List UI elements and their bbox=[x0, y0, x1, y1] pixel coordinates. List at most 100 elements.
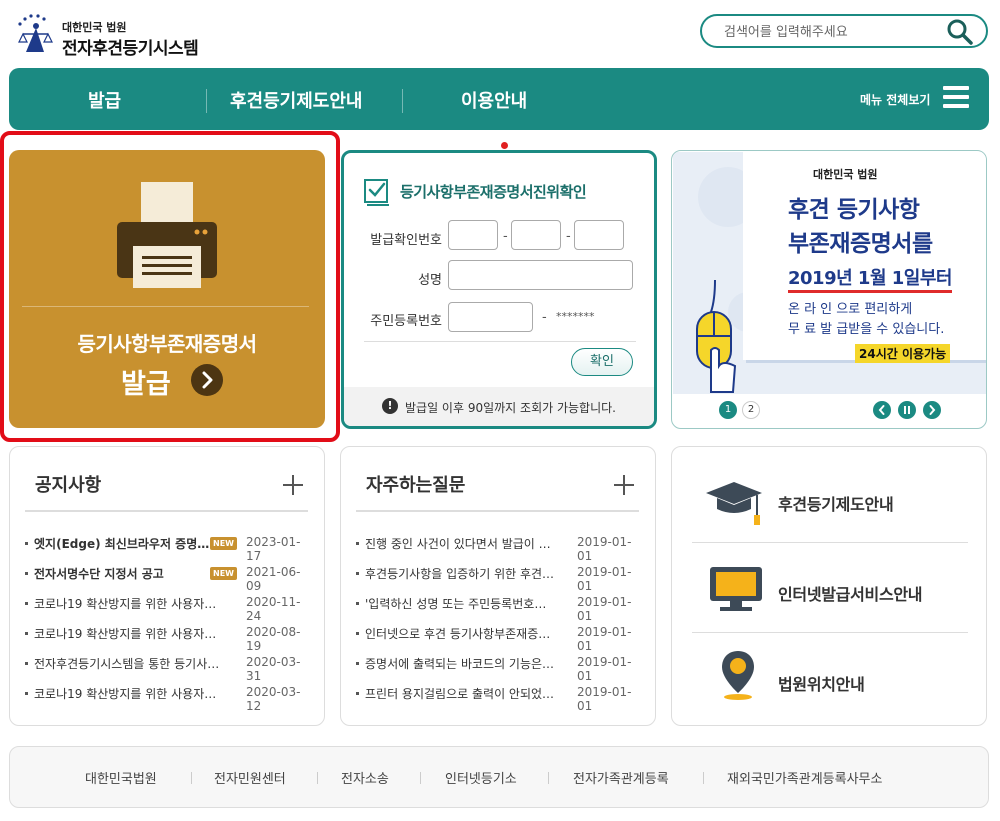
issue-card-title: 등기사항부존재증명서 bbox=[77, 332, 258, 356]
printer-icon bbox=[117, 182, 217, 288]
prev-arrow-icon[interactable] bbox=[873, 401, 891, 419]
banner-background: 대한민국 법원 후견 등기사항 부존재증명서를 2019년 1월 1일부터 온 … bbox=[673, 152, 986, 394]
footer-separator bbox=[703, 772, 704, 784]
pause-icon[interactable] bbox=[898, 401, 916, 419]
location-pin-icon bbox=[722, 651, 754, 700]
faq-item[interactable]: 프린터 용지걸림으로 출력이 안되었습니다 2019-01-01 bbox=[356, 684, 646, 713]
site-logo[interactable]: 대한민국 법원 전자후견등기시스템 bbox=[14, 12, 214, 62]
banner-heading-line1: 후견 등기사항 bbox=[788, 197, 920, 223]
search-input[interactable] bbox=[724, 22, 924, 42]
link-label: 인터넷발급서비스안내 bbox=[778, 585, 923, 604]
new-badge: NEW bbox=[210, 567, 237, 580]
indicator-dot bbox=[501, 142, 508, 149]
main-nav: 발급 후견등기제도안내 이용안내 메뉴 전체보기 bbox=[9, 68, 989, 130]
faq-title[interactable]: 후견등기사항을 입증하기 위한 후견 등기사항 bbox=[365, 565, 555, 582]
promo-banner[interactable]: 대한민국 법원 후견 등기사항 부존재증명서를 2019년 1월 1일부터 온 … bbox=[671, 150, 987, 429]
name-field[interactable] bbox=[448, 260, 633, 290]
faq-item[interactable]: 증명서에 출력되는 바코드의 기능은 무엇인가요 2019-01-01 bbox=[356, 654, 646, 683]
notice-item[interactable]: 코로나19 확산방지를 위한 사용자지침 안내 2020-11-24 bbox=[25, 594, 315, 623]
nav-item-usage-guide[interactable]: 이용안내 bbox=[461, 87, 527, 113]
notice-item[interactable]: 코로나19 확산방지를 위한 사용자지침 안내 2020-08-19 bbox=[25, 624, 315, 653]
nav-item-guardianship-guide[interactable]: 후견등기제도안내 bbox=[230, 87, 362, 113]
arrow-right-icon[interactable] bbox=[191, 364, 223, 396]
verification-title: 등기사항부존재증명서진위확인 bbox=[400, 183, 587, 201]
dash: - bbox=[566, 229, 571, 244]
notice-item[interactable]: 전자후견등기시스템을 통한 등기사항부존재증명서 발급 2020-03-31 bbox=[25, 654, 315, 683]
banner-text-line2: 무 료 발 급받을 수 있습니다. bbox=[788, 322, 945, 337]
name-label: 성명 bbox=[418, 273, 442, 288]
bullet bbox=[25, 542, 28, 545]
faq-item[interactable]: 진행 중인 사건이 있다면서 발급이 안됩니다 2019-01-01 bbox=[356, 534, 646, 563]
faq-title[interactable]: 프린터 용지걸림으로 출력이 안되었습니다 bbox=[365, 685, 555, 702]
link-guardianship-guide[interactable]: 후견등기제도안내 bbox=[692, 453, 968, 543]
faq-title[interactable]: 증명서에 출력되는 바코드의 기능은 무엇인가요 bbox=[365, 655, 555, 672]
notice-item[interactable]: 코로나19 확산방지를 위한 사용자지침 안내 2020-03-12 bbox=[25, 684, 315, 713]
form-divider bbox=[364, 341, 636, 342]
notice-item[interactable]: 엣지(Edge) 최신브라우저 증명서 발급 안내 NEW 2023-01-17 bbox=[25, 534, 315, 563]
banner-page-2[interactable]: 2 bbox=[742, 401, 760, 419]
notice-title[interactable]: 코로나19 확산방지를 위한 사용자지침 안내 bbox=[34, 595, 224, 612]
footer-link-court[interactable]: 대한민국법원 bbox=[85, 768, 157, 787]
logo-subtitle: 대한민국 법원 bbox=[62, 21, 127, 34]
nav-separator bbox=[206, 89, 207, 113]
notice-title[interactable]: 엣지(Edge) 최신브라우저 증명서 발급 안내 bbox=[34, 535, 210, 552]
issue-number-field-1[interactable] bbox=[448, 220, 498, 250]
footer-link-civil-center[interactable]: 전자민원센터 bbox=[214, 768, 286, 787]
faq-panel-title: 자주하는질문 bbox=[366, 475, 466, 496]
footer-link-overseas-family-registry[interactable]: 재외국민가족관계등록사무소 bbox=[727, 768, 882, 787]
notice-text: 발급일 이후 90일까지 조회가 가능합니다. bbox=[405, 401, 616, 415]
footer-link-e-litigation[interactable]: 전자소송 bbox=[341, 768, 389, 787]
verification-card: 등기사항부존재증명서진위확인 발급확인번호 - - 성명 주민등록번호 - **… bbox=[341, 150, 657, 429]
faq-title[interactable]: 인터넷으로 후견 등기사항부존재증명서 발급 bbox=[365, 625, 555, 642]
notice-title[interactable]: 코로나19 확산방지를 위한 사용자지침 안내 bbox=[34, 625, 224, 642]
banner-page-1[interactable]: 1 bbox=[719, 401, 737, 419]
notice-title[interactable]: 코로나19 확산방지를 위한 사용자지침 안내 bbox=[34, 685, 224, 702]
notice-date: 2020-08-19 bbox=[246, 625, 301, 653]
issue-number-field-3[interactable] bbox=[574, 220, 624, 250]
plus-icon[interactable] bbox=[614, 475, 634, 495]
bullet bbox=[25, 692, 28, 695]
link-court-location[interactable]: 법원위치안내 bbox=[692, 633, 968, 723]
footer-separator bbox=[548, 772, 549, 784]
checklist-icon bbox=[364, 179, 389, 206]
faq-title[interactable]: 진행 중인 사건이 있다면서 발급이 안됩니다 bbox=[365, 535, 555, 552]
quick-links-panel: 후견등기제도안내 인터넷발급서비스안내 법원위치안내 bbox=[671, 446, 987, 726]
faq-date: 2019-01-01 bbox=[577, 685, 632, 713]
hamburger-menu-icon[interactable] bbox=[943, 86, 969, 112]
banner-date-line: 2019년 1월 1일부터 bbox=[788, 264, 952, 293]
notice-item[interactable]: 전자서명수단 지정서 공고 NEW 2021-06-09 bbox=[25, 564, 315, 593]
notice-panel: 공지사항 엣지(Edge) 최신브라우저 증명서 발급 안내 NEW 2023-… bbox=[9, 446, 325, 726]
faq-item[interactable]: '입력하신 성명 또는 주민등록번호가 일치하지 않습니다' 2019-01-0… bbox=[356, 594, 646, 623]
issue-number-field-2[interactable] bbox=[511, 220, 561, 250]
logo-title: 전자후견등기시스템 bbox=[62, 39, 199, 59]
confirm-button[interactable]: 확인 bbox=[571, 348, 633, 376]
faq-item[interactable]: 후견등기사항을 입증하기 위한 후견 등기사항 2019-01-01 bbox=[356, 564, 646, 593]
issue-certificate-card[interactable]: 등기사항부존재증명서 발급 bbox=[9, 150, 325, 428]
resident-number-field[interactable] bbox=[448, 302, 533, 332]
search-icon[interactable] bbox=[946, 18, 974, 46]
faq-date: 2019-01-01 bbox=[577, 655, 632, 683]
next-arrow-icon[interactable] bbox=[923, 401, 941, 419]
notice-title[interactable]: 전자후견등기시스템을 통한 등기사항부존재증명서 발급 bbox=[34, 655, 224, 672]
faq-date: 2019-01-01 bbox=[577, 625, 632, 653]
faq-date: 2019-01-01 bbox=[577, 535, 632, 563]
banner-court-label: 대한민국 법원 bbox=[813, 168, 878, 181]
banner-heading-line2: 부존재증명서를 bbox=[788, 231, 933, 257]
footer-link-family-registry[interactable]: 전자가족관계등록 bbox=[573, 768, 669, 787]
footer-link-internet-registry[interactable]: 인터넷등기소 bbox=[445, 768, 517, 787]
link-label: 후견등기제도안내 bbox=[778, 495, 894, 514]
monitor-icon bbox=[710, 567, 762, 611]
notice-title[interactable]: 전자서명수단 지정서 공고 bbox=[34, 565, 210, 582]
faq-item[interactable]: 인터넷으로 후견 등기사항부존재증명서 발급 2019-01-01 bbox=[356, 624, 646, 653]
nav-item-issue[interactable]: 발급 bbox=[88, 87, 121, 113]
panel-divider bbox=[25, 510, 308, 512]
banner-24h-tag: 24시간 이용가능 bbox=[855, 344, 951, 363]
bullet bbox=[25, 572, 28, 575]
plus-icon[interactable] bbox=[283, 475, 303, 495]
link-internet-issuance-guide[interactable]: 인터넷발급서비스안내 bbox=[692, 543, 968, 633]
faq-title[interactable]: '입력하신 성명 또는 주민등록번호가 일치하지 않습니다' bbox=[365, 595, 555, 612]
bullet bbox=[25, 632, 28, 635]
notice-date: 2020-03-12 bbox=[246, 685, 301, 713]
issue-button-label[interactable]: 발급 bbox=[121, 362, 171, 401]
full-menu-label[interactable]: 메뉴 전체보기 bbox=[860, 91, 930, 108]
